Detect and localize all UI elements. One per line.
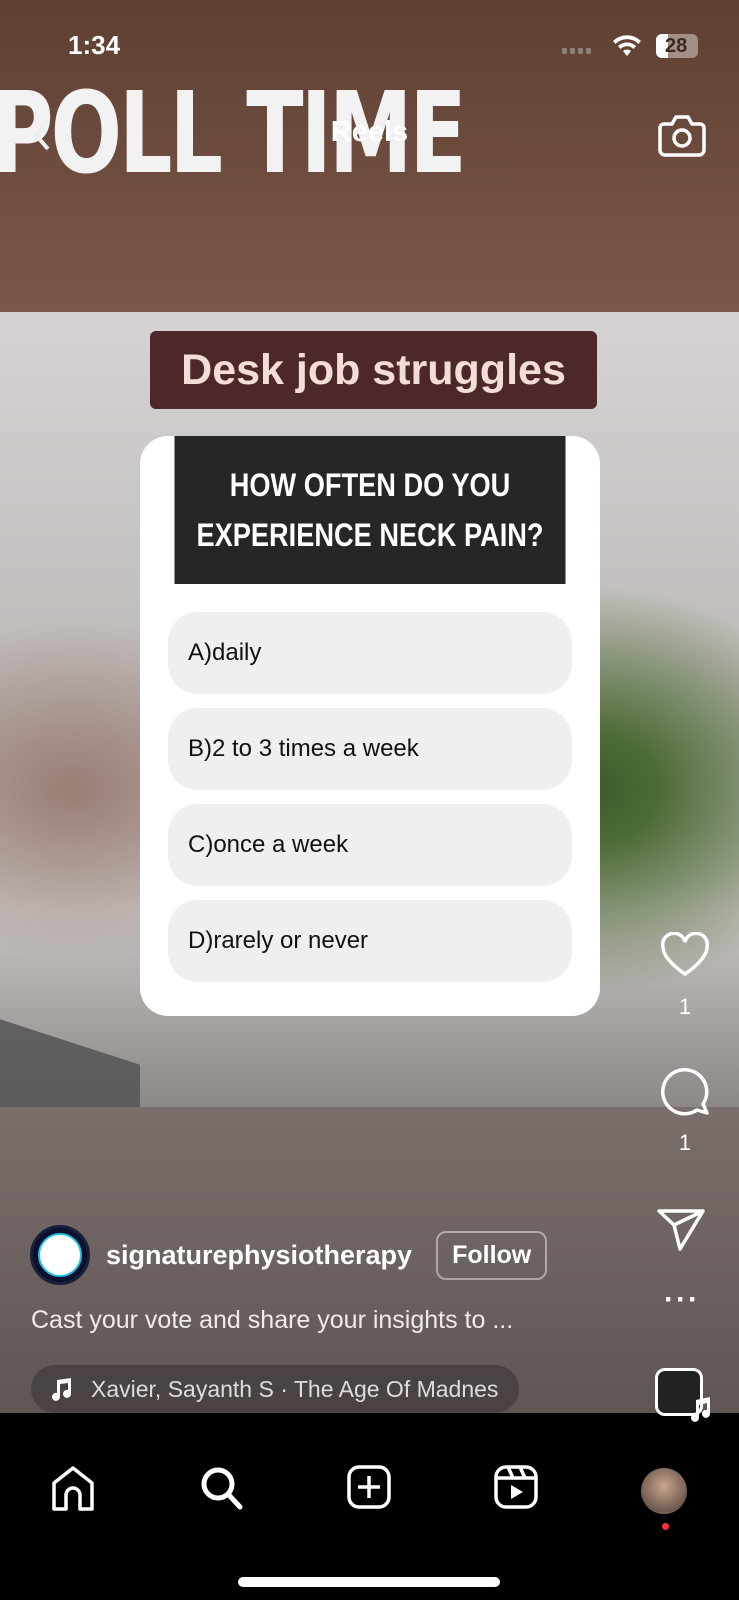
poll-option-d[interactable]: D)rarely or never (168, 900, 572, 982)
reels-icon[interactable] (494, 1465, 538, 1509)
profile-avatar[interactable] (641, 1468, 687, 1514)
like-count: 1 (678, 994, 692, 1019)
create-icon[interactable] (347, 1465, 391, 1509)
follow-button[interactable]: Follow (436, 1230, 548, 1280)
home-icon[interactable] (51, 1465, 95, 1511)
question-line: HOW OFTEN DO YOU (229, 467, 511, 503)
like-button[interactable]: 1 (657, 931, 713, 1020)
author-row: signaturephysiotherapy Follow (30, 1225, 548, 1285)
camera-icon[interactable] (658, 112, 706, 158)
share-icon[interactable] (656, 1207, 706, 1253)
music-note-icon (691, 1397, 710, 1422)
home-indicator[interactable] (238, 1577, 500, 1587)
battery-level: 28 (665, 35, 688, 57)
author-avatar[interactable] (30, 1225, 90, 1285)
comment-count: 1 (678, 1130, 692, 1155)
comment-button[interactable]: 1 (657, 1066, 713, 1156)
music-note-icon (52, 1378, 71, 1401)
status-time: 1:34 (68, 30, 121, 60)
caption[interactable]: Cast your vote and share your insights t… (31, 1306, 513, 1335)
title-badge: Desk job struggles (150, 331, 597, 409)
wifi-icon (613, 35, 641, 56)
heart-icon (660, 931, 710, 977)
poll-card: HOW OFTEN DO YOU EXPERIENCE NECK PAIN? A)… (140, 436, 600, 1016)
poll-option-b[interactable]: B)2 to 3 times a week (168, 708, 572, 790)
question-line: EXPERIENCE NECK PAIN? (196, 517, 544, 553)
more-options-icon[interactable]: ··· (664, 1285, 700, 1315)
page-title: Reels (330, 116, 409, 148)
battery-icon: 28 (656, 34, 698, 58)
poll-question: HOW OFTEN DO YOU EXPERIENCE NECK PAIN? (174, 436, 566, 584)
audio-title: Xavier, Sayanth S · The Age Of Madnes (91, 1375, 499, 1402)
comment-icon (661, 1068, 709, 1116)
audio-pill[interactable]: Xavier, Sayanth S · The Age Of Madnes (31, 1365, 519, 1413)
poll-option-a[interactable]: A)daily (168, 612, 572, 694)
notification-dot (662, 1523, 669, 1530)
username[interactable]: signaturephysiotherapy (106, 1240, 412, 1271)
poll-option-c[interactable]: C)once a week (168, 804, 572, 886)
search-icon[interactable] (199, 1465, 245, 1511)
signal-icon (562, 48, 591, 54)
